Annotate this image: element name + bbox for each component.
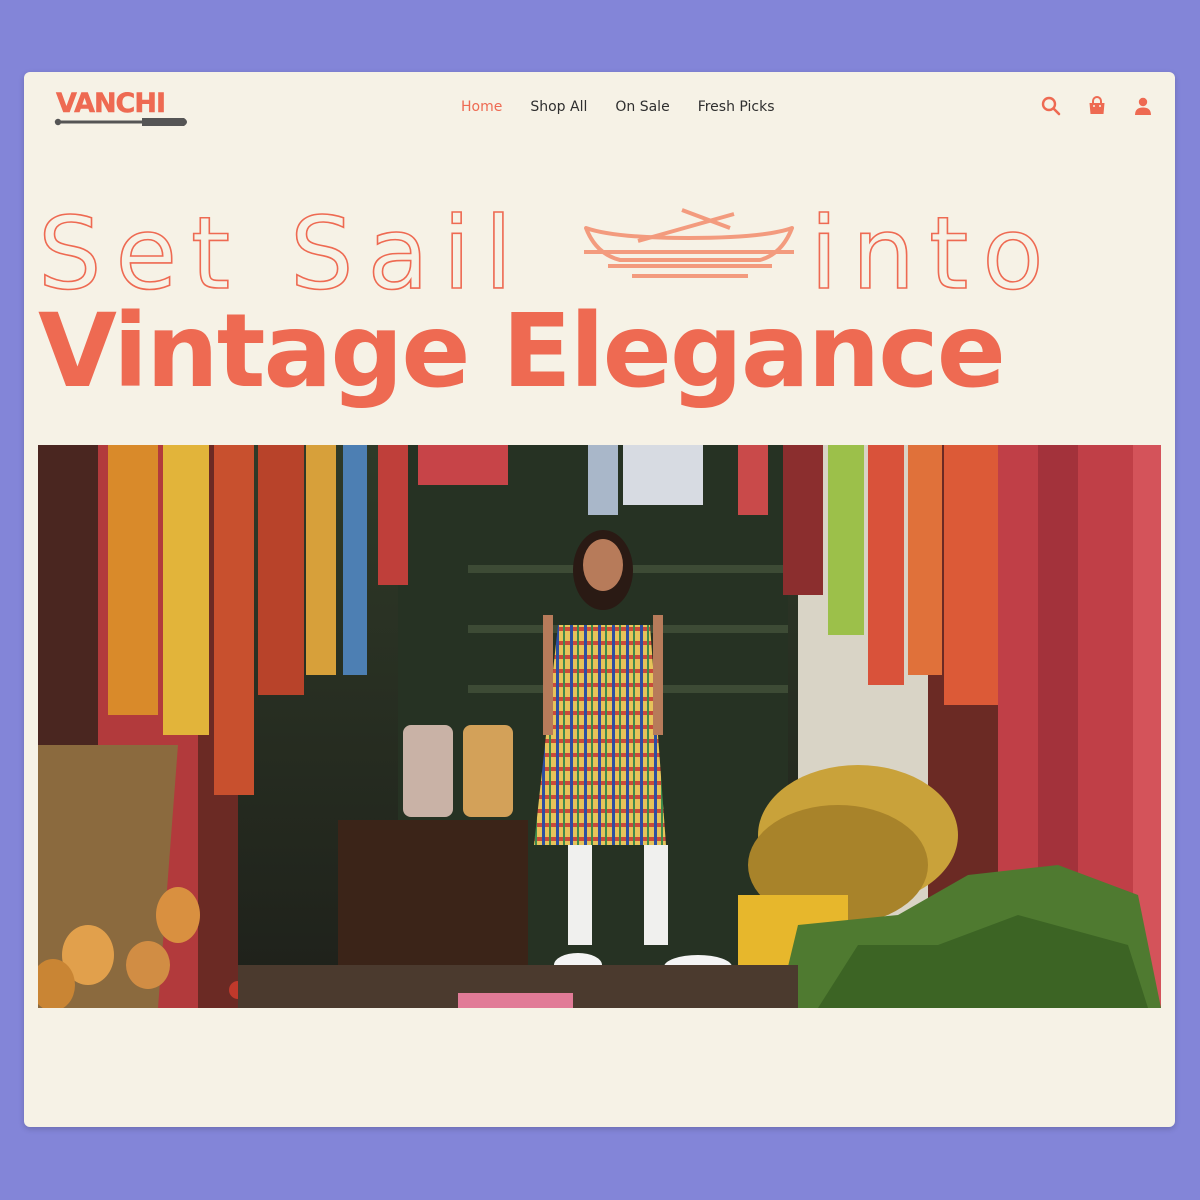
hero-headline-outline: Set Sail into — [38, 194, 1058, 300]
brand-name: VANCHI — [56, 88, 167, 120]
nav-on-sale[interactable]: On Sale — [615, 99, 669, 115]
search-icon[interactable] — [1041, 96, 1061, 116]
paddle-icon — [54, 118, 187, 126]
brand-logo[interactable]: VANCHI — [54, 88, 194, 132]
boat-icon — [584, 208, 794, 278]
browser-window: VANCHI Home Shop All On Sale Fresh Picks — [24, 72, 1175, 1127]
street-shop-photo — [38, 445, 1161, 1008]
nav-shop-all[interactable]: Shop All — [530, 99, 587, 115]
headline-into: into — [810, 195, 1058, 300]
nav-home[interactable]: Home — [461, 99, 502, 115]
headline-set-sail: Set Sail — [38, 195, 526, 300]
main-nav: Home Shop All On Sale Fresh Picks — [461, 99, 775, 115]
header-actions — [1041, 96, 1153, 116]
shopping-bag-icon[interactable] — [1087, 96, 1107, 116]
hero-headline-solid: Vintage Elegance — [38, 292, 1006, 411]
user-icon[interactable] — [1133, 96, 1153, 116]
nav-fresh-picks[interactable]: Fresh Picks — [698, 99, 775, 115]
